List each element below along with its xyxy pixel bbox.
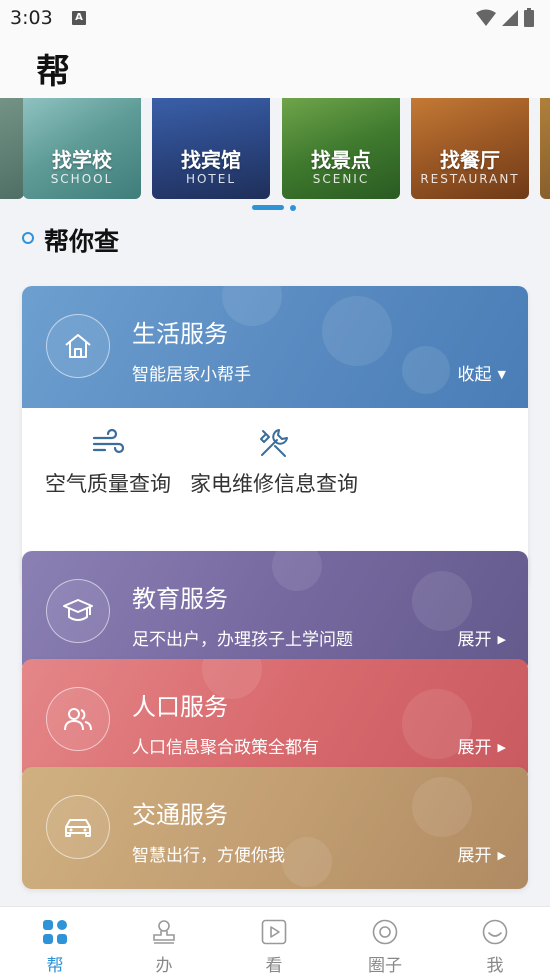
signal-icon	[502, 10, 518, 26]
status-bar: 3:03 A	[0, 0, 550, 36]
tile-subtitle: RESTAURANT	[420, 172, 520, 186]
carousel-tile-hotel[interactable]: 找宾馆 HOTEL	[152, 98, 270, 199]
toggle-label: 展开	[457, 846, 492, 866]
tile-subtitle: HOTEL	[185, 172, 237, 186]
card-description: 智慧出行，方便你我	[132, 846, 285, 866]
play-icon	[244, 919, 304, 949]
expand-toggle[interactable]: 展开 ▶	[458, 733, 506, 758]
indicator-dot	[290, 205, 296, 211]
carousel-tile-scenic[interactable]: 找景点 SCENIC	[282, 98, 400, 199]
indicator-active	[252, 205, 284, 210]
service-item-appliance-repair[interactable]: 家电维修信息查询	[188, 426, 360, 501]
nav-item-kan[interactable]: 看	[244, 919, 304, 976]
triangle-right-icon: ▶	[497, 633, 506, 646]
grid-icon	[25, 919, 85, 949]
service-card-education[interactable]: 教育服务 足不出户，办理孩子上学问题 展开 ▶	[22, 551, 528, 673]
nav-label: 办	[155, 956, 173, 976]
notification-icon: A	[72, 11, 86, 25]
wind-icon	[22, 426, 194, 460]
home-icon	[46, 314, 110, 378]
nav-label: 看	[265, 956, 283, 976]
service-item-label: 家电维修信息查询	[190, 472, 358, 496]
collapse-toggle[interactable]: 收起 ▼	[458, 360, 506, 385]
carousel-tile-restaurant[interactable]: 找餐厅 RESTAURANT	[411, 98, 529, 199]
battery-icon	[524, 10, 534, 27]
status-icons	[474, 7, 538, 33]
toggle-label: 展开	[457, 630, 492, 650]
card-title: 交通服务	[132, 801, 228, 829]
nav-label: 圈子	[368, 956, 402, 976]
service-card-life: 生活服务 智能居家小帮手 收起 ▼ 空气质量查询 家电维修信息查询	[22, 286, 528, 588]
category-carousel[interactable]: 找学校 SCHOOL 找宾馆 HOTEL 找景点 SCENIC 找餐厅 REST…	[0, 98, 550, 214]
service-card-population[interactable]: 人口服务 人口信息聚合政策全都有 展开 ▶	[22, 659, 528, 781]
tile-title: 找学校	[52, 148, 112, 172]
triangle-right-icon: ▶	[497, 849, 506, 862]
graduation-cap-icon	[46, 579, 110, 643]
toggle-label: 展开	[457, 738, 492, 758]
nav-item-quanzi[interactable]: 圈子	[355, 919, 415, 976]
nav-item-bang[interactable]: 帮	[25, 919, 85, 976]
nav-item-wo[interactable]: 我	[465, 919, 525, 976]
triangle-down-icon: ▼	[497, 368, 506, 381]
tools-icon	[188, 426, 360, 460]
wifi-icon	[476, 9, 496, 26]
circle-icon	[355, 919, 415, 949]
tile-title: 找景点	[311, 148, 371, 172]
card-description: 智能居家小帮手	[132, 365, 251, 385]
section-bullet-icon	[22, 232, 34, 244]
card-title: 教育服务	[132, 585, 228, 613]
expand-toggle[interactable]: 展开 ▶	[458, 841, 506, 866]
smile-icon	[465, 919, 525, 949]
tile-subtitle: SCHOOL	[50, 172, 114, 186]
car-icon	[46, 795, 110, 859]
card-description: 人口信息聚合政策全都有	[132, 738, 319, 758]
service-item-air-quality[interactable]: 空气质量查询	[22, 426, 194, 501]
top-header: 帮	[0, 36, 550, 98]
carousel-tile-school[interactable]: 找学校 SCHOOL	[23, 98, 141, 199]
toggle-label: 收起	[457, 365, 492, 385]
expand-toggle[interactable]: 展开 ▶	[458, 625, 506, 650]
service-card-traffic[interactable]: 交通服务 智慧出行，方便你我 展开 ▶	[22, 767, 528, 889]
card-title: 生活服务	[132, 320, 228, 348]
carousel-tile-partial[interactable]	[0, 98, 24, 199]
nav-item-ban[interactable]: 办	[134, 919, 194, 976]
card-title: 人口服务	[132, 693, 228, 721]
tile-title: 找餐厅	[440, 148, 500, 172]
card-description: 足不出户，办理孩子上学问题	[132, 630, 353, 650]
nav-label: 我	[486, 956, 504, 976]
section-title: 帮你查	[44, 227, 120, 256]
service-item-label: 空气质量查询	[45, 472, 171, 496]
people-icon	[46, 687, 110, 751]
status-time: 3:03	[10, 7, 53, 29]
bottom-nav: 帮 办 看 圈子 我	[0, 906, 550, 980]
tile-subtitle: SCENIC	[312, 172, 370, 186]
nav-label: 帮	[46, 956, 64, 976]
page-title: 帮	[36, 52, 70, 92]
stamp-icon	[134, 919, 194, 949]
carousel-tile-partial[interactable]	[540, 98, 550, 199]
triangle-right-icon: ▶	[497, 741, 506, 754]
tile-title: 找宾馆	[181, 148, 241, 172]
card-header[interactable]: 生活服务 智能居家小帮手 收起 ▼	[22, 286, 528, 408]
